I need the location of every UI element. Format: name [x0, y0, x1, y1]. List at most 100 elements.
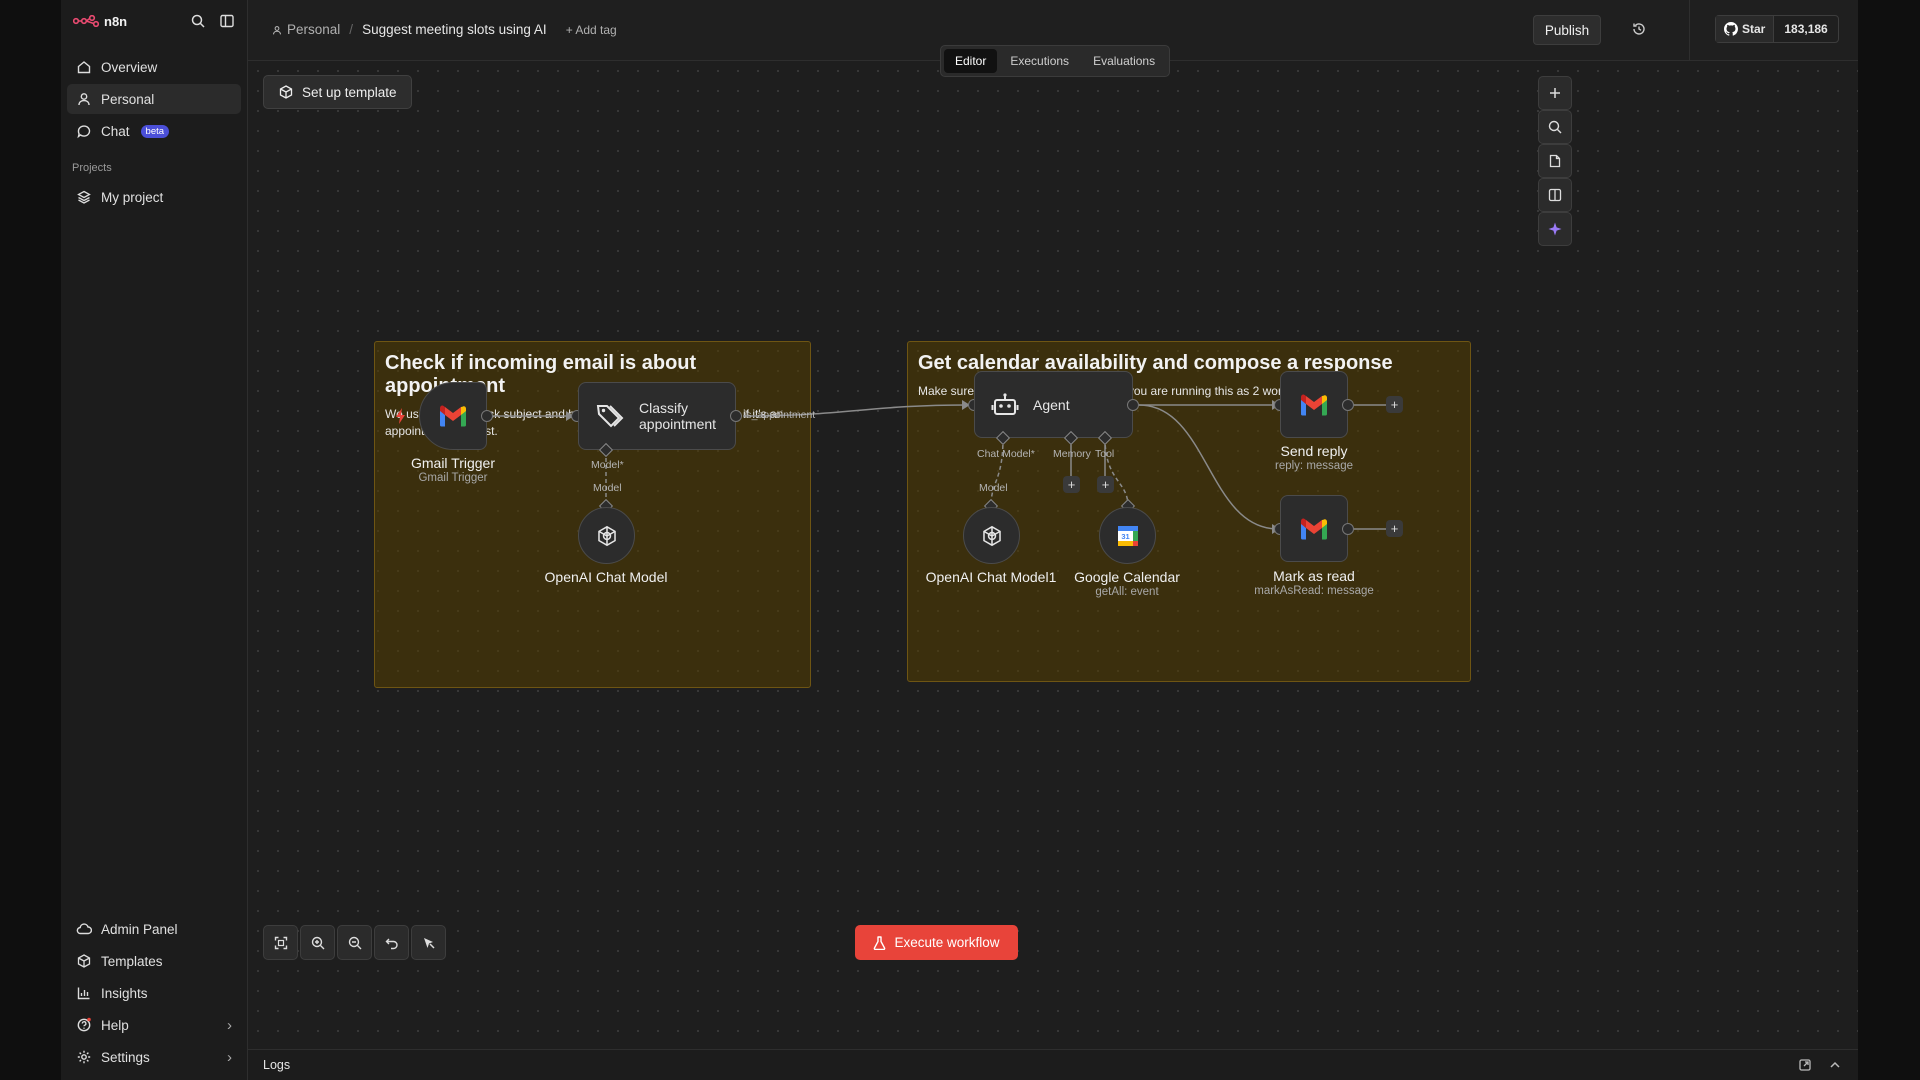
logo-text: n8n: [104, 13, 128, 29]
openai-chat-model-node[interactable]: [578, 507, 635, 564]
history-icon[interactable]: [1631, 21, 1647, 37]
sidebar-toggle-icon[interactable]: [219, 13, 235, 29]
gmail-icon: [1301, 394, 1327, 415]
node-subtitle: getAll: event: [1095, 586, 1159, 598]
agent-node[interactable]: Agent: [974, 371, 1133, 438]
gmail-trigger-node[interactable]: [419, 382, 487, 450]
github-star-button[interactable]: Star 183,186: [1715, 15, 1839, 43]
tags-icon: [596, 405, 624, 428]
port-label: Model: [979, 482, 1008, 494]
search-nodes-button[interactable]: [1538, 110, 1572, 144]
workflow-canvas[interactable]: Set up template Check if incoming email …: [248, 61, 1858, 1049]
breadcrumb: Personal / Suggest meeting slots using A…: [272, 22, 617, 37]
user-icon: [273, 25, 281, 34]
box-icon: [76, 953, 92, 969]
node-label: Google Calendar: [1074, 569, 1180, 585]
logs-bar[interactable]: Logs: [248, 1049, 1858, 1080]
zoom-out-button[interactable]: [337, 925, 372, 960]
output-port[interactable]: [1342, 399, 1354, 411]
tab-editor[interactable]: Editor: [944, 49, 998, 73]
sidebar-header: n8n: [61, 0, 247, 42]
mark-as-read-node[interactable]: [1280, 495, 1348, 562]
chevron-right-icon: ›: [227, 1016, 232, 1034]
sidebar-bottom: Admin Panel Templates Insights Help › Se…: [61, 912, 247, 1074]
projects-heading: Projects: [72, 162, 112, 174]
gear-icon: [76, 1049, 92, 1065]
port-label: Chat Model*: [977, 448, 1035, 460]
logs-label: Logs: [263, 1058, 291, 1072]
chevron-up-icon[interactable]: [1827, 1057, 1843, 1073]
sidebar-item-label: Templates: [101, 953, 163, 969]
ai-assistant-button[interactable]: [1538, 212, 1572, 246]
node-label: Mark as read: [1273, 568, 1355, 584]
add-next-node-button[interactable]: +: [1386, 520, 1403, 537]
panel-toggle-button[interactable]: [1538, 178, 1572, 212]
app-window: n8n Overview Personal Chat beta Projects…: [61, 0, 1858, 1080]
sparkle-icon: [1547, 221, 1563, 237]
undo-button[interactable]: [374, 925, 409, 960]
node-subtitle: Gmail Trigger: [418, 472, 488, 484]
tab-evaluations[interactable]: Evaluations: [1082, 49, 1166, 73]
sidebar-item-admin-panel[interactable]: Admin Panel: [67, 914, 241, 944]
n8n-logo-icon: [73, 15, 99, 27]
node-subtitle: reply: message: [1275, 460, 1353, 472]
port-label: Model*: [591, 459, 624, 471]
sidebar-item-label: Personal: [101, 91, 155, 107]
panel-icon: [1547, 187, 1563, 203]
openai-chat-model1-node[interactable]: [963, 507, 1020, 564]
sidebar-item-label: Insights: [101, 985, 148, 1001]
sidebar-item-label: Chat: [101, 123, 130, 139]
search-icon: [1547, 119, 1563, 135]
sidebar-item-my-project[interactable]: My project: [67, 182, 241, 212]
publish-button[interactable]: Publish: [1533, 15, 1601, 45]
box-icon: [278, 84, 294, 100]
sidebar-item-help[interactable]: Help ›: [67, 1010, 241, 1040]
add-memory-button[interactable]: +: [1063, 476, 1080, 493]
tab-executions[interactable]: Executions: [999, 49, 1080, 73]
n8n-logo[interactable]: n8n: [73, 14, 127, 29]
github-star-label: Star: [1742, 22, 1766, 36]
view-tabs: Editor Executions Evaluations: [940, 45, 1171, 77]
port-label: Tool: [1095, 448, 1115, 460]
sidebar-item-label: Settings: [101, 1049, 150, 1065]
add-tag-button[interactable]: + Add tag: [566, 23, 617, 37]
output-port[interactable]: [1342, 523, 1354, 535]
chevron-right-icon: ›: [227, 1048, 232, 1066]
zoom-in-button[interactable]: [300, 925, 335, 960]
sidebar-item-personal[interactable]: Personal: [67, 84, 241, 114]
execute-workflow-label: Execute workflow: [894, 935, 1000, 950]
output-port[interactable]: [730, 410, 742, 422]
popout-icon[interactable]: [1797, 1057, 1813, 1073]
node-label-line2: appointment: [639, 416, 717, 432]
output-port[interactable]: [481, 410, 493, 422]
classify-appointment-node[interactable]: Classify appointment: [578, 382, 736, 450]
node-label: OpenAI Chat Model1: [925, 569, 1057, 585]
trigger-bolt-icon: [395, 408, 407, 429]
sidebar-item-templates[interactable]: Templates: [67, 946, 241, 976]
gmail-icon: [440, 405, 466, 427]
execute-workflow-button[interactable]: Execute workflow: [855, 925, 1018, 960]
zoom-in-icon: [310, 935, 326, 951]
tidy-up-button[interactable]: [411, 925, 446, 960]
chart-icon: [76, 985, 92, 1001]
sidebar-item-overview[interactable]: Overview: [67, 52, 241, 82]
add-next-node-button[interactable]: +: [1386, 396, 1403, 413]
workflow-name[interactable]: Suggest meeting slots using AI: [362, 22, 547, 37]
google-calendar-node[interactable]: 31: [1099, 507, 1156, 564]
layers-icon: [76, 189, 92, 205]
divider: [1689, 0, 1690, 61]
sidebar-item-settings[interactable]: Settings ›: [67, 1042, 241, 1072]
sticky-note-button[interactable]: [1538, 144, 1572, 178]
node-label: OpenAI Chat Model: [544, 569, 668, 585]
zoom-out-icon: [347, 935, 363, 951]
add-node-button[interactable]: [1538, 76, 1572, 110]
fit-view-button[interactable]: [263, 925, 298, 960]
add-tool-button[interactable]: +: [1097, 476, 1114, 493]
sidebar-item-chat[interactable]: Chat beta: [67, 116, 241, 146]
breadcrumb-project[interactable]: Personal: [272, 22, 340, 37]
send-reply-node[interactable]: [1280, 371, 1348, 438]
search-icon[interactable]: [190, 13, 206, 29]
sidebar-item-insights[interactable]: Insights: [67, 978, 241, 1008]
setup-template-button[interactable]: Set up template: [263, 75, 412, 109]
output-port[interactable]: [1127, 399, 1139, 411]
